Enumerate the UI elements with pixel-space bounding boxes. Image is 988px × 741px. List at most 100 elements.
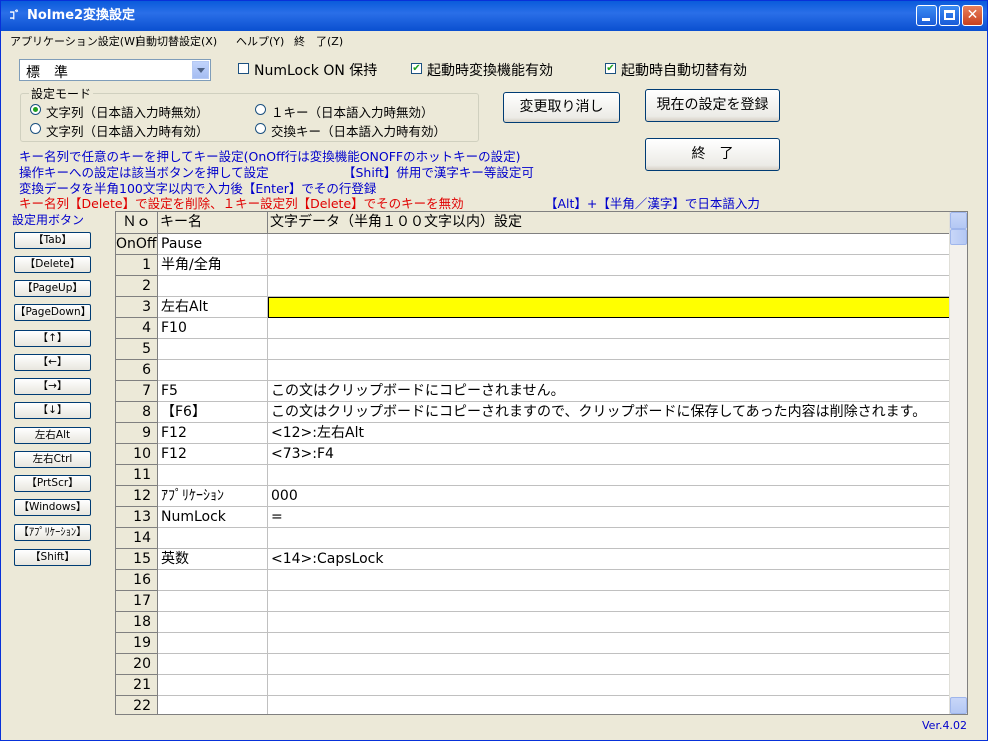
text-data-cell[interactable]: この文はクリップボードにコピーされません。 [268,381,951,402]
sidebar-button-tab[interactable]: 【Tab】 [14,232,91,249]
key-name-cell[interactable]: NumLock [158,507,268,528]
key-name-cell[interactable] [158,528,268,549]
key-name-cell[interactable]: F12 [158,423,268,444]
table-row[interactable]: 9 F12 <12>:左右Alt [116,423,951,444]
text-data-cell[interactable] [268,255,951,276]
key-name-cell[interactable] [158,633,268,654]
sidebar-button-up[interactable]: 【↑】 [14,330,91,347]
key-name-cell[interactable] [158,675,268,696]
key-name-cell[interactable] [158,339,268,360]
key-name-cell[interactable] [158,276,268,297]
key-name-cell[interactable]: 英数 [158,549,268,570]
table-row[interactable]: 13 NumLock = [116,507,951,528]
sidebar-button-left[interactable]: 【←】 [14,354,91,371]
table-row[interactable]: 7 F5 この文はクリップボードにコピーされません。 [116,381,951,402]
table-row[interactable]: 10 F12 <73>:F4 [116,444,951,465]
chevron-down-icon[interactable] [192,61,209,79]
key-name-cell[interactable] [158,654,268,675]
table-row[interactable]: 6 [116,360,951,381]
table-row[interactable]: 17 [116,591,951,612]
text-data-cell[interactable] [268,654,951,675]
settings-grid[interactable]: Ｎｏ キー名 文字データ（半角１００文字以内）設定 OnOff Pause 1 半角/… [115,211,968,715]
text-data-cell[interactable] [268,234,951,255]
text-data-cell[interactable] [268,339,951,360]
scroll-thumb[interactable] [950,229,967,245]
sidebar-button-alt[interactable]: 左右Alt [14,427,91,444]
text-data-cell[interactable]: <14>:CapsLock [268,549,951,570]
key-name-cell[interactable]: F5 [158,381,268,402]
text-data-cell[interactable] [268,675,951,696]
scroll-up-arrow-icon[interactable] [950,212,967,229]
key-name-cell[interactable] [158,612,268,633]
text-data-cell[interactable]: = [268,507,951,528]
text-data-cell[interactable] [268,696,951,714]
table-row[interactable]: 12 ｱﾌﾟﾘｹｰｼｮﾝ 000 [116,486,951,507]
menu-exit[interactable]: 終 了(Z) [294,33,343,49]
table-row[interactable]: 3 左右Alt [116,297,951,318]
table-row[interactable]: 22 [116,696,951,714]
text-data-cell[interactable] [268,570,951,591]
table-row[interactable]: 8 【F6】 この文はクリップボードにコピーされますので、クリップボードに保存してあ… [116,402,951,423]
text-data-cell[interactable] [268,528,951,549]
key-name-cell[interactable] [158,696,268,714]
menu-help[interactable]: ヘルプ(Y) [236,33,284,49]
scroll-down-arrow-icon[interactable] [950,697,967,714]
table-row[interactable]: 16 [116,570,951,591]
sidebar-button-down[interactable]: 【↓】 [14,402,91,419]
key-name-cell[interactable] [158,360,268,381]
text-data-cell[interactable] [268,360,951,381]
text-data-cell[interactable] [268,465,951,486]
sidebar-button-prtscr[interactable]: 【PrtScr】 [14,475,91,492]
exit-button[interactable]: 終 了 [645,138,780,171]
key-name-cell[interactable]: F12 [158,444,268,465]
table-row[interactable]: 21 [116,675,951,696]
text-data-cell[interactable]: <73>:F4 [268,444,951,465]
vertical-scrollbar[interactable] [949,212,967,714]
sidebar-button-application[interactable]: 【ｱﾌﾟﾘｹｰｼｮﾝ】 [14,524,91,541]
text-data-cell[interactable] [268,591,951,612]
close-button[interactable]: ✕ [962,5,983,26]
undo-changes-button[interactable]: 変更取り消し [503,92,620,123]
key-name-cell[interactable]: 【F6】 [158,402,268,423]
sidebar-button-windows[interactable]: 【Windows】 [14,499,91,516]
text-data-cell[interactable] [268,276,951,297]
text-data-cell[interactable]: この文はクリップボードにコピーされますので、クリップボードに保存してあった内容は… [268,402,951,423]
table-row[interactable]: 18 [116,612,951,633]
sidebar-button-shift[interactable]: 【Shift】 [14,549,91,566]
text-data-cell[interactable]: 000 [268,486,951,507]
sidebar-button-delete[interactable]: 【Delete】 [14,256,91,273]
sidebar-button-right[interactable]: 【→】 [14,378,91,395]
text-data-cell[interactable] [268,612,951,633]
key-name-cell[interactable] [158,570,268,591]
sidebar-button-ctrl[interactable]: 左右Ctrl [14,451,91,468]
table-row[interactable]: 15 英数 <14>:CapsLock [116,549,951,570]
table-row[interactable]: 14 [116,528,951,549]
table-row[interactable]: OnOff Pause [116,234,951,255]
key-name-cell[interactable]: ｱﾌﾟﾘｹｰｼｮﾝ [158,486,268,507]
table-row[interactable]: 19 [116,633,951,654]
key-name-cell[interactable]: F10 [158,318,268,339]
minimize-button[interactable] [916,5,937,26]
key-name-cell[interactable]: Pause [158,234,268,255]
table-row[interactable]: 20 [116,654,951,675]
key-name-cell[interactable] [158,465,268,486]
table-row[interactable]: 1 半角/全角 [116,255,951,276]
title-bar[interactable]: ｺﾞ NoIme2変換設定 ✕ [1,1,987,31]
sidebar-button-pageup[interactable]: 【PageUp】 [14,280,91,297]
text-data-cell[interactable] [268,297,951,318]
table-row[interactable]: 5 [116,339,951,360]
key-name-cell[interactable]: 半角/全角 [158,255,268,276]
register-settings-button[interactable]: 現在の設定を登録 [645,89,780,122]
key-name-cell[interactable] [158,591,268,612]
table-row[interactable]: 4 F10 [116,318,951,339]
text-data-cell[interactable] [268,318,951,339]
table-row[interactable]: 11 [116,465,951,486]
text-data-cell[interactable] [268,633,951,654]
key-name-cell[interactable]: 左右Alt [158,297,268,318]
text-data-cell[interactable]: <12>:左右Alt [268,423,951,444]
menu-auto-switch-settings[interactable]: 自動切替設定(X) [135,33,217,49]
sidebar-button-pagedown[interactable]: 【PageDown】 [14,304,91,321]
profile-select[interactable]: 標 準 [19,59,211,81]
table-row[interactable]: 2 [116,276,951,297]
maximize-button[interactable] [939,5,960,26]
